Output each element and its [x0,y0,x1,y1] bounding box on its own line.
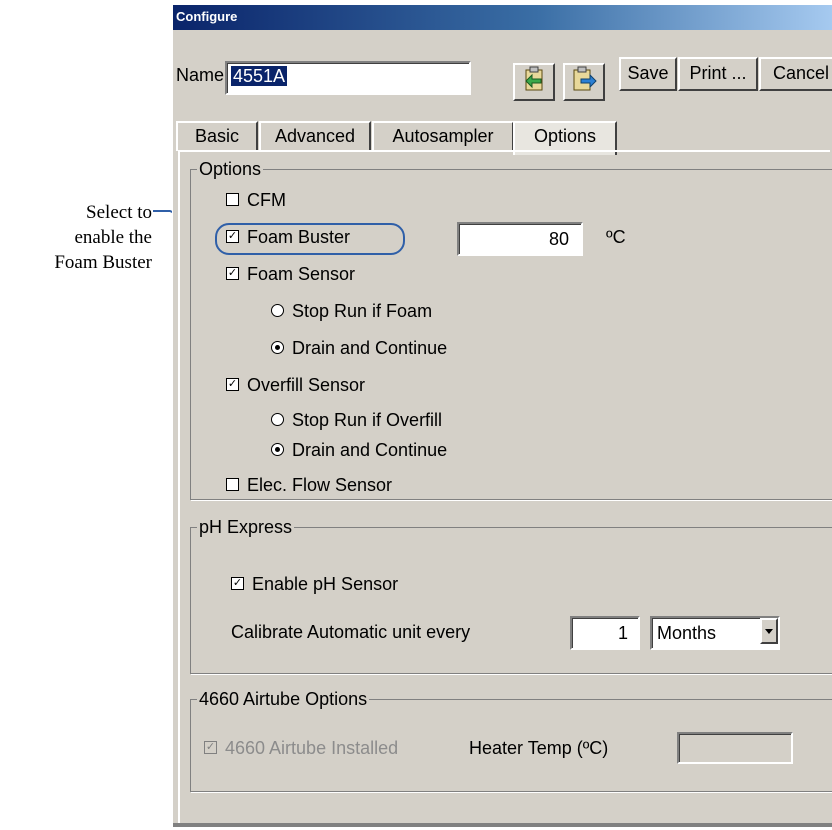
stop-run-if-overfill-label: Stop Run if Overfill [292,410,443,430]
tab-autosampler[interactable]: Autosampler [372,121,514,151]
enable-ph-sensor-checkbox-box: ✓ [231,576,244,590]
overfill-sensor-checkbox-box: ✓ [226,377,239,391]
calibrate-unit-select[interactable]: Months [650,616,780,650]
foam-sensor-label: Foam Sensor [247,264,356,284]
enable-ph-sensor-label: Enable pH Sensor [252,574,399,594]
save-button[interactable]: Save [619,57,677,91]
overfill-drain-continue-label: Drain and Continue [292,440,448,460]
foam-buster-temp-input[interactable]: 80 [457,222,583,256]
ph-express-group: pH Express [190,518,832,674]
airtube-installed-label: 4660 Airtube Installed [225,738,399,758]
cfm-checkbox[interactable]: CFM [226,188,286,212]
airtube-group-title: 4660 Airtube Options [199,689,368,709]
overfill-drain-continue-radio-dot [271,442,284,456]
foam-buster-checkbox-box: ✓ [226,229,239,243]
title-bar: Configure [173,5,832,30]
enable-ph-sensor-checkbox[interactable]: ✓ Enable pH Sensor [231,572,398,596]
heater-temp-label: Heater Temp (ºC) [469,738,609,758]
dropdown-arrow-button[interactable] [760,618,778,644]
export-document-icon [573,66,597,91]
chevron-down-icon [765,629,773,634]
airtube-installed-checkbox[interactable]: ✓ 4660 Airtube Installed [204,736,398,760]
elec-flow-sensor-checkbox-box [226,477,239,491]
window-title: Configure [176,9,238,24]
overfill-sensor-checkbox[interactable]: ✓ Overfill Sensor [226,373,365,397]
import-button[interactable] [513,63,555,101]
foam-sensor-checkbox[interactable]: ✓ Foam Sensor [226,262,355,286]
stop-run-if-overfill-radio-dot [271,412,284,426]
foam-buster-unit: ºC [606,227,626,247]
options-panel: Options CFM ✓ Foam Buster 80 ºC ✓ Foam Sen… [178,150,832,824]
calibrate-interval-input[interactable]: 1 [570,616,640,650]
overfill-sensor-label: Overfill Sensor [247,375,366,395]
tab-advanced[interactable]: Advanced [259,121,371,151]
airtube-installed-checkbox-box: ✓ [204,740,217,754]
options-group-title: Options [199,159,262,179]
name-input[interactable]: 4551A [225,61,471,95]
import-document-icon [525,66,543,91]
heater-temp-input[interactable] [677,732,793,764]
ph-express-group-title: pH Express [199,517,293,537]
foam-buster-checkbox[interactable]: ✓ Foam Buster [226,225,350,249]
export-button[interactable] [563,63,605,101]
tab-basic[interactable]: Basic [176,121,258,151]
calibrate-unit-value: Months [657,623,717,643]
stop-run-if-foam-radio[interactable]: Stop Run if Foam [271,299,432,323]
cfm-label: CFM [247,190,286,210]
foam-sensor-checkbox-box: ✓ [226,266,239,280]
elec-flow-sensor-checkbox[interactable]: Elec. Flow Sensor [226,473,392,497]
stop-run-if-overfill-radio[interactable]: Stop Run if Overfill [271,408,442,432]
elec-flow-sensor-label: Elec. Flow Sensor [247,475,393,495]
foam-drain-continue-label: Drain and Continue [292,338,448,358]
foam-buster-label: Foam Buster [247,227,351,247]
name-label: Name [176,65,225,85]
stop-run-if-foam-radio-dot [271,303,284,317]
cfm-checkbox-box [226,192,239,206]
calibrate-label: Calibrate Automatic unit every [231,622,471,642]
stop-run-if-foam-label: Stop Run if Foam [292,301,433,321]
cancel-button[interactable]: Cancel [759,57,832,91]
calibrate-interval-value: 1 [617,623,628,643]
overfill-drain-continue-radio[interactable]: Drain and Continue [271,438,447,462]
print-button[interactable]: Print ... [678,57,758,91]
foam-drain-continue-radio[interactable]: Drain and Continue [271,336,447,360]
name-value: 4551A [231,66,288,86]
foam-drain-continue-radio-dot [271,340,284,354]
configure-window: Configure Name 4551A Save Print ... Canc… [172,4,832,827]
foam-buster-temp-value: 80 [548,229,569,249]
